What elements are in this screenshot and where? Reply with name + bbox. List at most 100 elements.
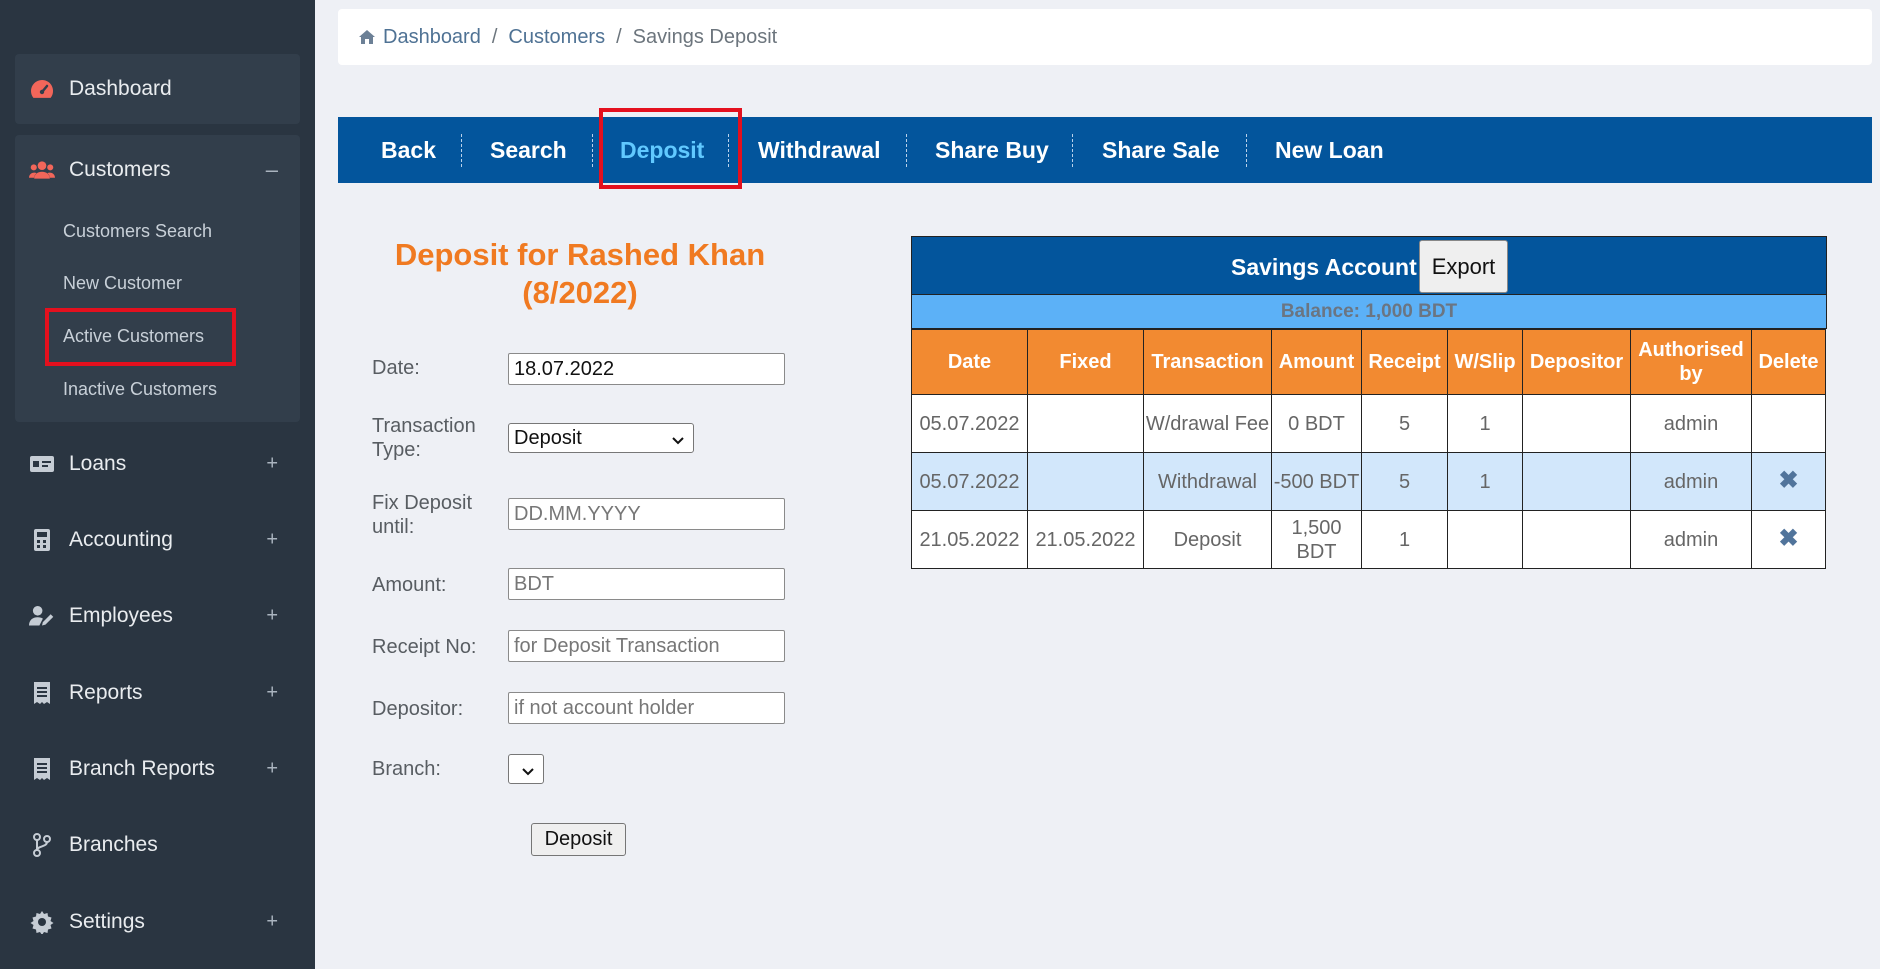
breadcrumb-dashboard[interactable]: Dashboard: [383, 26, 481, 49]
nav-branch-reports[interactable]: Branch Reports +: [15, 734, 300, 804]
col-depositor: Depositor: [1522, 329, 1631, 395]
cell-wslip: [1447, 510, 1523, 569]
fix-deposit-field[interactable]: [508, 498, 785, 530]
form-title: Deposit for Rashed Khan (8/2022): [394, 237, 766, 310]
chevron-down-icon: [671, 431, 685, 454]
transactions-table: Date Fixed Transaction Amount Receipt W/…: [911, 329, 1826, 569]
tachometer-icon: [29, 76, 55, 102]
branch-label: Branch:: [372, 758, 441, 780]
cell-authorised-by: admin: [1630, 452, 1752, 511]
nav-employees[interactable]: Employees +: [15, 581, 300, 651]
money-icon: [29, 451, 55, 477]
receipt-icon: [29, 756, 55, 782]
tab-new-loan[interactable]: New Loan: [1275, 117, 1384, 183]
chevron-down-icon: [521, 762, 535, 785]
cell-authorised-by: admin: [1630, 510, 1752, 569]
cell-date: 05.07.2022: [911, 394, 1028, 453]
tab-divider: [592, 134, 593, 167]
cell-depositor: [1522, 452, 1631, 511]
tab-share-sale[interactable]: Share Sale: [1102, 117, 1220, 183]
deposit-tab-highlight: [599, 108, 742, 189]
table-row: 05.07.2022 W/drawal Fee 0 BDT 5 1 admin: [911, 394, 1826, 453]
users-icon: [29, 157, 55, 183]
col-transaction: Transaction: [1143, 329, 1272, 395]
cell-depositor: [1522, 510, 1631, 569]
tab-divider: [906, 134, 907, 167]
active-customers-highlight: [45, 308, 236, 366]
cell-receipt: 1: [1361, 510, 1448, 569]
new-customer-link[interactable]: New Customer: [63, 273, 182, 294]
nav-dashboard[interactable]: Dashboard: [15, 54, 300, 124]
action-tabs: Back Search Deposit Withdrawal Share Buy…: [338, 117, 1872, 183]
nav-loans[interactable]: Loans +: [15, 429, 300, 499]
cell-date: 21.05.2022: [911, 510, 1028, 569]
receipt-no-field[interactable]: [508, 630, 785, 662]
delete-icon[interactable]: ✖: [1778, 525, 1798, 552]
col-date: Date: [911, 329, 1028, 395]
delete-icon[interactable]: ✖: [1778, 467, 1798, 494]
nav-employees-label: Employees: [69, 604, 173, 627]
expand-icon[interactable]: +: [266, 529, 278, 552]
col-delete: Delete: [1751, 329, 1826, 395]
cell-fixed: 21.05.2022: [1027, 510, 1144, 569]
date-label: Date:: [372, 357, 420, 379]
depositor-field[interactable]: [508, 692, 785, 724]
cell-amount: 1,500 BDT: [1271, 510, 1362, 569]
deposit-submit-button[interactable]: Deposit: [531, 823, 626, 856]
expand-icon[interactable]: +: [266, 682, 278, 705]
expand-icon[interactable]: +: [266, 453, 278, 476]
nav-customers[interactable]: Customers –: [15, 135, 300, 205]
fix-deposit-label: Fix Deposit until:: [372, 492, 473, 538]
amount-label: Amount:: [372, 574, 447, 596]
cell-transaction: Deposit: [1143, 510, 1272, 569]
expand-icon[interactable]: +: [266, 605, 278, 628]
collapse-icon[interactable]: –: [266, 157, 278, 183]
cell-transaction: W/drawal Fee: [1143, 394, 1272, 453]
customers-search-link[interactable]: Customers Search: [63, 221, 212, 242]
tab-back[interactable]: Back: [381, 117, 436, 183]
calculator-icon: [29, 527, 55, 553]
amount-field[interactable]: [508, 568, 785, 600]
breadcrumb-customers[interactable]: Customers: [508, 26, 605, 49]
nav-branch-reports-label: Branch Reports: [69, 757, 215, 780]
cell-fixed: [1027, 394, 1144, 453]
cell-depositor: [1522, 394, 1631, 453]
tab-share-buy[interactable]: Share Buy: [935, 117, 1049, 183]
receipt-icon: [29, 680, 55, 706]
tab-divider: [1246, 134, 1247, 167]
tab-withdrawal[interactable]: Withdrawal: [758, 117, 880, 183]
nav-settings[interactable]: Settings +: [15, 887, 300, 957]
cell-receipt: 5: [1361, 452, 1448, 511]
table-row: 21.05.2022 21.05.2022 Deposit 1,500 BDT …: [911, 510, 1826, 569]
tab-search[interactable]: Search: [490, 117, 567, 183]
inactive-customers-link[interactable]: Inactive Customers: [63, 379, 217, 400]
nav-branches[interactable]: Branches: [15, 810, 300, 880]
col-fixed: Fixed: [1027, 329, 1144, 395]
date-field[interactable]: [508, 353, 785, 385]
home-icon: [358, 29, 376, 45]
gear-icon: [29, 909, 55, 935]
breadcrumb: Dashboard / Customers / Savings Deposit: [338, 9, 1872, 65]
branch-icon: [29, 832, 55, 858]
export-button[interactable]: Export: [1419, 240, 1508, 293]
expand-icon[interactable]: +: [266, 911, 278, 934]
cell-delete: ✖: [1751, 452, 1826, 511]
savings-account-title: Savings Account: [1231, 254, 1417, 280]
cell-receipt: 5: [1361, 394, 1448, 453]
transaction-type-select[interactable]: Deposit: [508, 423, 694, 453]
cell-amount: -500 BDT: [1271, 452, 1362, 511]
col-receipt: Receipt: [1361, 329, 1448, 395]
expand-icon[interactable]: +: [266, 758, 278, 781]
table-header-row: Date Fixed Transaction Amount Receipt W/…: [911, 329, 1826, 395]
nav-reports[interactable]: Reports +: [15, 658, 300, 728]
cell-delete: [1751, 394, 1826, 453]
cell-fixed: [1027, 452, 1144, 511]
nav-branches-label: Branches: [69, 833, 158, 856]
table-row: 05.07.2022 Withdrawal -500 BDT 5 1 admin…: [911, 452, 1826, 511]
breadcrumb-separator: /: [616, 25, 622, 48]
cell-authorised-by: admin: [1630, 394, 1752, 453]
nav-accounting[interactable]: Accounting +: [15, 505, 300, 575]
col-authorised-by: Authorised by: [1630, 329, 1752, 395]
branch-select[interactable]: [508, 754, 544, 784]
tab-divider: [1072, 134, 1073, 167]
